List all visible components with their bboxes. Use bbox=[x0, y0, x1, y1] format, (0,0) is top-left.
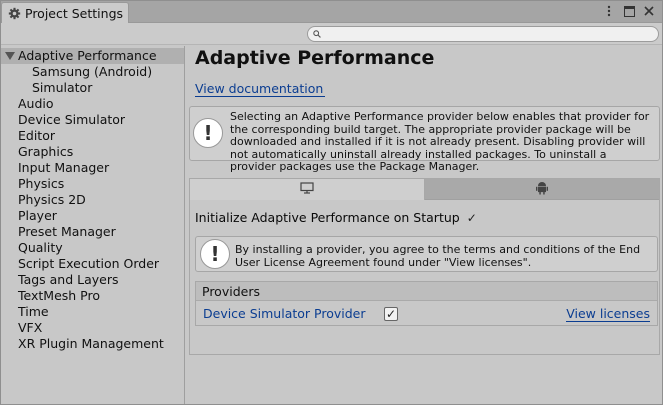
sidebar-item-vfx[interactable]: VFX bbox=[1, 320, 184, 336]
window-title: Project Settings bbox=[25, 6, 124, 21]
sidebar-item-preset-manager[interactable]: Preset Manager bbox=[1, 224, 184, 240]
initialize-on-startup-row: Initialize Adaptive Performance on Start… bbox=[195, 210, 479, 225]
search-box[interactable] bbox=[307, 26, 659, 42]
project-settings-window: Project Settings Adaptive Performance Sa… bbox=[0, 0, 663, 405]
sidebar-item-label: TextMesh Pro bbox=[18, 288, 100, 303]
more-options-icon[interactable] bbox=[602, 4, 616, 18]
close-icon[interactable] bbox=[642, 4, 656, 18]
license-helpbox: ! By installing a provider, you agree to… bbox=[195, 236, 658, 272]
sidebar-item-textmesh-pro[interactable]: TextMesh Pro bbox=[1, 288, 184, 304]
sidebar-item-xr-plugin-management[interactable]: XR Plugin Management bbox=[1, 336, 184, 352]
sidebar-item-label: Physics 2D bbox=[18, 192, 86, 207]
sidebar-item-label: XR Plugin Management bbox=[18, 336, 164, 351]
sidebar-item-label: Player bbox=[18, 208, 57, 223]
initialize-on-startup-checkbox[interactable]: ✓ bbox=[465, 211, 479, 225]
view-licenses-link[interactable]: View licenses bbox=[566, 306, 650, 322]
sidebar-item-time[interactable]: Time bbox=[1, 304, 184, 320]
provider-row: Device Simulator Provider ✓ View license… bbox=[196, 301, 657, 326]
page-title: Adaptive Performance bbox=[195, 47, 435, 69]
sidebar-item-audio[interactable]: Audio bbox=[1, 96, 184, 112]
project-settings-tab[interactable]: Project Settings bbox=[1, 2, 129, 24]
provider-settings-box: Initialize Adaptive Performance on Start… bbox=[189, 178, 660, 355]
sidebar-item-physics[interactable]: Physics bbox=[1, 176, 184, 192]
provider-enabled-checkbox[interactable]: ✓ bbox=[384, 307, 398, 321]
info-helpbox: ! Selecting an Adaptive Performance prov… bbox=[189, 106, 660, 173]
info-icon: ! bbox=[193, 118, 223, 148]
sidebar-item-label: Time bbox=[18, 304, 49, 319]
sidebar-item-label: Physics bbox=[18, 176, 65, 191]
sidebar-item-device-simulator[interactable]: Device Simulator bbox=[1, 112, 184, 128]
tab-android[interactable] bbox=[425, 179, 659, 200]
sidebar-item-label: Quality bbox=[18, 240, 63, 255]
sidebar-item-script-execution-order[interactable]: Script Execution Order bbox=[1, 256, 184, 272]
sidebar-item-label: Adaptive Performance bbox=[18, 48, 157, 63]
search-icon bbox=[313, 27, 321, 41]
sidebar-item-label: Script Execution Order bbox=[18, 256, 160, 271]
sidebar-item-tags-and-layers[interactable]: Tags and Layers bbox=[1, 272, 184, 288]
info-text: Selecting an Adaptive Performance provid… bbox=[230, 110, 650, 173]
sidebar-item-quality[interactable]: Quality bbox=[1, 240, 184, 256]
sidebar-item-label: Tags and Layers bbox=[18, 272, 119, 287]
sidebar-item-label: Input Manager bbox=[18, 160, 110, 175]
window-tab-strip: Project Settings bbox=[1, 1, 662, 24]
settings-sidebar: Adaptive Performance Samsung (Android) S… bbox=[1, 46, 185, 404]
sidebar-item-label: Samsung (Android) bbox=[32, 64, 153, 79]
desktop-icon bbox=[300, 182, 314, 197]
gear-icon bbox=[8, 7, 22, 21]
info-icon: ! bbox=[200, 239, 230, 269]
providers-header: Providers bbox=[196, 282, 657, 301]
sidebar-item-editor[interactable]: Editor bbox=[1, 128, 184, 144]
sidebar-item-label: Device Simulator bbox=[18, 112, 126, 127]
sidebar-item-label: Editor bbox=[18, 128, 55, 143]
maximize-icon[interactable] bbox=[622, 4, 636, 18]
sidebar-item-label: Preset Manager bbox=[18, 224, 116, 239]
sidebar-item-label: Simulator bbox=[32, 80, 93, 95]
providers-list: Providers Device Simulator Provider ✓ Vi… bbox=[195, 281, 658, 326]
sidebar-item-label: VFX bbox=[18, 320, 43, 335]
sidebar-item-adaptive-performance[interactable]: Adaptive Performance bbox=[1, 48, 184, 64]
search-strip bbox=[1, 23, 662, 45]
sidebar-item-player[interactable]: Player bbox=[1, 208, 184, 224]
window-controls bbox=[602, 4, 656, 18]
provider-name: Device Simulator Provider bbox=[203, 306, 366, 321]
sidebar-item-graphics[interactable]: Graphics bbox=[1, 144, 184, 160]
view-documentation-link[interactable]: View documentation bbox=[195, 81, 326, 97]
settings-main-panel: Adaptive Performance View documentation … bbox=[186, 46, 662, 404]
sidebar-item-input-manager[interactable]: Input Manager bbox=[1, 160, 184, 176]
sidebar-item-physics-2d[interactable]: Physics 2D bbox=[1, 192, 184, 208]
expand-arrow-icon[interactable] bbox=[5, 52, 15, 60]
sidebar-item-label: Audio bbox=[18, 96, 54, 111]
initialize-on-startup-label: Initialize Adaptive Performance on Start… bbox=[195, 210, 460, 225]
android-icon bbox=[536, 181, 548, 198]
sidebar-item-samsung-android[interactable]: Samsung (Android) bbox=[1, 64, 184, 80]
search-input[interactable] bbox=[324, 27, 644, 41]
tab-standalone[interactable] bbox=[190, 179, 425, 200]
sidebar-item-simulator[interactable]: Simulator bbox=[1, 80, 184, 96]
license-text: By installing a provider, you agree to t… bbox=[235, 243, 641, 269]
sidebar-item-label: Graphics bbox=[18, 144, 74, 159]
